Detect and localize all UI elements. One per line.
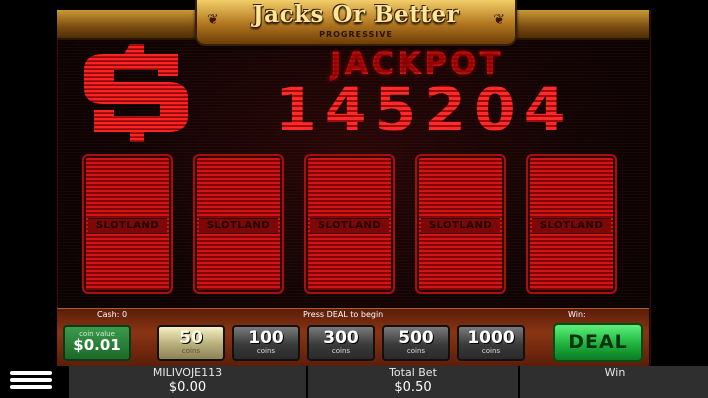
- coin-button-unit: coins: [481, 347, 501, 355]
- card-back-label: SLOTLAND: [310, 218, 389, 234]
- coins-500-button[interactable]: 500 coins: [382, 325, 450, 361]
- coin-value: $0.01: [73, 336, 121, 354]
- total-bet-label: Total Bet: [389, 366, 437, 379]
- game-title: Jacks Or Better: [252, 1, 460, 28]
- coin-button-value: 100: [248, 328, 284, 348]
- player-balance-cell: MILIVOJE113 $0.00: [67, 366, 306, 398]
- card-2[interactable]: SLOTLAND: [193, 154, 284, 294]
- title-plate: ❦ ❦ Jacks Or Better PROGRESSIVE: [195, 0, 517, 46]
- card-1[interactable]: SLOTLAND: [82, 154, 173, 294]
- card-3[interactable]: SLOTLAND: [304, 154, 395, 294]
- game-subtitle: PROGRESSIVE: [319, 30, 393, 39]
- deal-button[interactable]: DEAL: [553, 323, 643, 362]
- coin-value-button[interactable]: coin value $0.01: [63, 325, 131, 361]
- dollar-sign-icon: [84, 44, 188, 142]
- coin-button-unit: coins: [181, 347, 201, 355]
- player-name: MILIVOJE113: [152, 366, 223, 379]
- card-back-label: SLOTLAND: [88, 218, 167, 234]
- coin-button-value: 500: [398, 328, 434, 348]
- coin-button-unit: coins: [256, 347, 276, 355]
- coins-1000-button[interactable]: 1000 coins: [457, 325, 525, 361]
- player-balance: $0.00: [168, 380, 207, 395]
- win-label: Win: [604, 366, 626, 379]
- hamburger-menu-icon[interactable]: [10, 368, 52, 394]
- card-back-label: SLOTLAND: [199, 218, 278, 234]
- coin-button-value: 300: [323, 328, 359, 348]
- card-4[interactable]: SLOTLAND: [415, 154, 506, 294]
- card-back-label: SLOTLAND: [421, 218, 500, 234]
- cash-display: Cash: 0: [97, 310, 128, 319]
- card-back-label: SLOTLAND: [532, 218, 611, 234]
- coins-300-button[interactable]: 300 coins: [307, 325, 375, 361]
- jackpot-value: 145204: [275, 75, 574, 145]
- coin-button-value: 1000: [467, 328, 515, 348]
- card-5[interactable]: SLOTLAND: [526, 154, 617, 294]
- game-message: Press DEAL to begin: [303, 310, 384, 319]
- card-row: SLOTLAND SLOTLAND SLOTLAND SLOTLAND SLOT…: [82, 154, 622, 298]
- win-display: Win:: [568, 310, 586, 319]
- coin-button-value: 50: [179, 328, 203, 348]
- total-bet-value: $0.50: [394, 380, 432, 395]
- total-bet-cell: Total Bet $0.50: [306, 366, 518, 398]
- coins-100-button[interactable]: 100 coins: [232, 325, 300, 361]
- win-cell: Win: [518, 366, 708, 398]
- coin-button-unit: coins: [331, 347, 351, 355]
- coin-button-unit: coins: [406, 347, 426, 355]
- coins-50-button[interactable]: 50 coins: [157, 325, 225, 361]
